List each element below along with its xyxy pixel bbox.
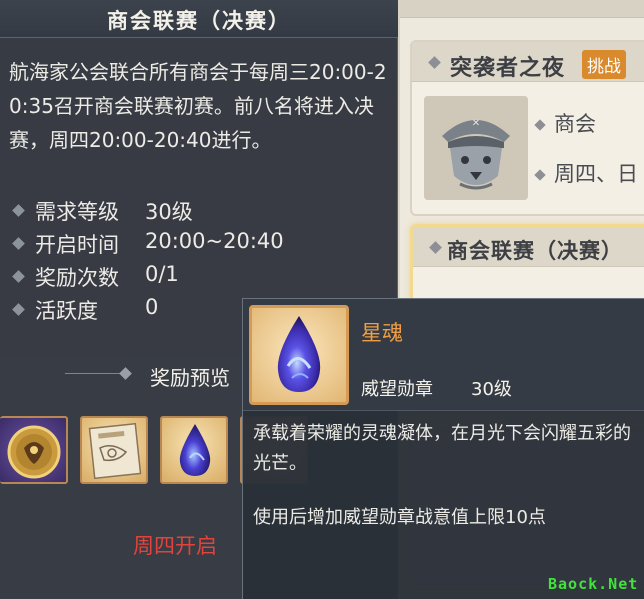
challenge-tag: 挑战 bbox=[582, 50, 626, 79]
stat-value: 30级 bbox=[145, 200, 193, 224]
activity-title: 商会联赛（决赛） bbox=[447, 238, 623, 263]
item-description: 承载着荣耀的灵魂凝体，在月光下会闪耀五彩的光芒。 bbox=[253, 423, 631, 474]
tooltip-header: 星魂 威望勋章 30级 bbox=[243, 299, 644, 411]
blue-droplet-icon bbox=[179, 424, 211, 476]
reward-item-gold-medal[interactable] bbox=[0, 416, 68, 484]
gold-coin-icon bbox=[7, 425, 61, 479]
open-status-text: 周四开启 bbox=[133, 534, 217, 558]
wolf-pirate-portrait-icon: ✕ bbox=[424, 96, 528, 200]
diamond-icon bbox=[12, 237, 25, 250]
item-usage: 使用后增加威望勋章战意值上限10点 bbox=[253, 507, 546, 528]
activity-list-top-bar bbox=[400, 0, 644, 18]
divider-line bbox=[65, 373, 125, 374]
item-tooltip: 星魂 威望勋章 30级 承载着荣耀的灵魂凝体，在月光下会闪耀五彩的光芒。 使用后… bbox=[242, 298, 644, 599]
diamond-icon bbox=[429, 241, 442, 254]
diamond-icon bbox=[12, 303, 25, 316]
item-level: 30级 bbox=[471, 379, 512, 400]
stat-label: 奖励次数 bbox=[35, 266, 119, 290]
watermark-text: Baock.Net bbox=[548, 575, 639, 593]
stat-value: 20:00~20:40 bbox=[145, 229, 284, 253]
stat-label: 需求等级 bbox=[35, 200, 119, 224]
reward-preview-label: 奖励预览 bbox=[150, 366, 230, 390]
activity-info-line: 商会 bbox=[534, 108, 596, 138]
diamond-icon bbox=[428, 56, 441, 69]
diamond-icon bbox=[534, 119, 546, 131]
item-name: 星魂 bbox=[361, 321, 403, 345]
svg-text:✕: ✕ bbox=[472, 118, 480, 129]
panel-title-bar: 商会联赛（决赛） bbox=[0, 0, 398, 38]
diamond-icon bbox=[534, 169, 546, 181]
activity-title: 突袭者之夜 bbox=[450, 55, 566, 81]
reward-item-scroll[interactable] bbox=[80, 416, 148, 484]
stat-value: 0/1 bbox=[145, 262, 179, 286]
item-type: 威望勋章 bbox=[361, 379, 433, 400]
activity-card-header: 突袭者之夜 挑战 bbox=[412, 42, 644, 82]
star-soul-icon bbox=[249, 305, 349, 405]
activity-info-line: 周四、日 bbox=[534, 158, 638, 188]
stat-value: 0 bbox=[145, 295, 159, 319]
panel-title: 商会联赛（决赛） bbox=[107, 8, 291, 33]
reward-item-star-soul[interactable] bbox=[160, 416, 228, 484]
diamond-icon bbox=[12, 270, 25, 283]
activity-card-raiders-night[interactable]: 突袭者之夜 挑战 ✕ 商会 周四、日 bbox=[410, 40, 644, 216]
stat-label: 开启时间 bbox=[35, 233, 119, 257]
activity-description: 航海家公会联合所有商会于每周三20:00-20:35召开商会联赛初赛。前八名将进… bbox=[9, 60, 387, 152]
activity-card-header: 商会联赛（决赛） bbox=[413, 227, 644, 267]
diamond-icon bbox=[12, 204, 25, 217]
stat-label: 活跃度 bbox=[35, 299, 98, 323]
diamond-icon bbox=[119, 367, 132, 380]
scroll-icon bbox=[88, 422, 142, 480]
